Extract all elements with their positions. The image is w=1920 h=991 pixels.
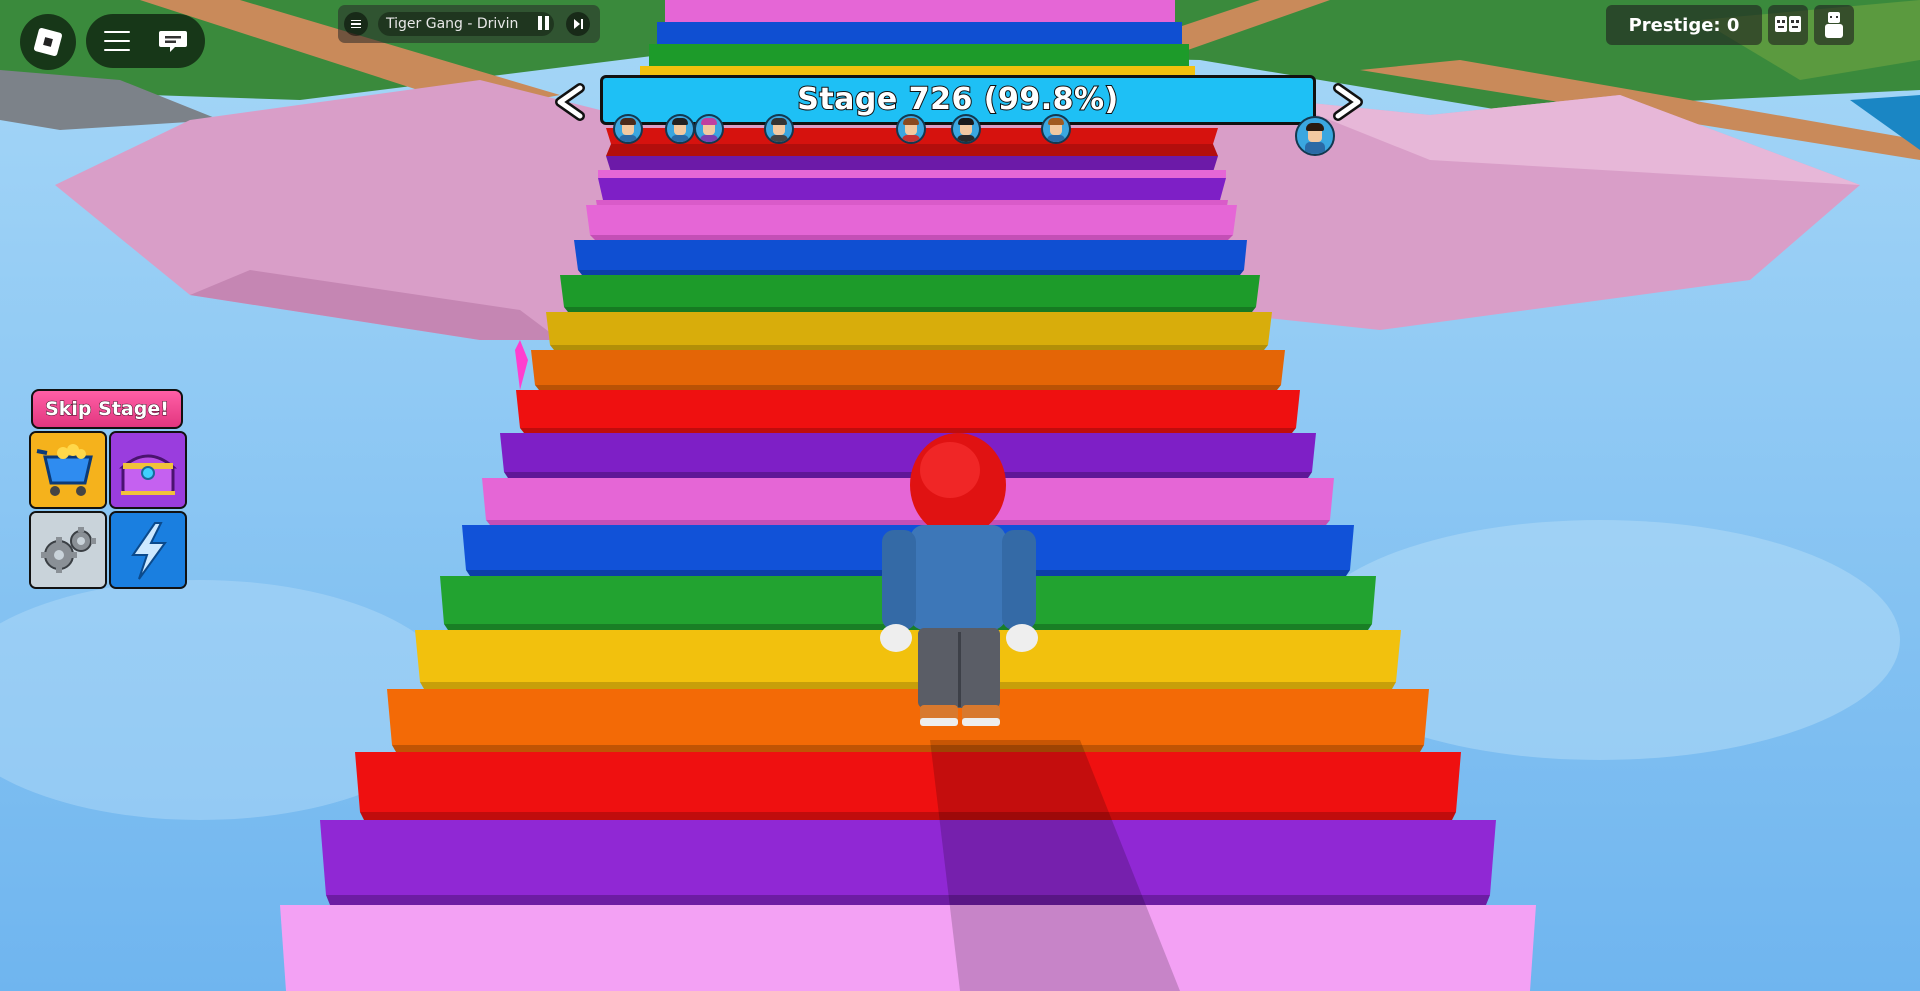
avatar-faces-icon (1775, 16, 1801, 32)
emotes-button[interactable] (1768, 5, 1808, 45)
roblox-menu-button[interactable] (20, 14, 76, 70)
top-bar-menu-pill (86, 14, 205, 68)
skip-stage-button[interactable]: Skip Stage! (31, 389, 183, 429)
previous-stage-button[interactable] (550, 80, 590, 124)
music-title-container: Tiger Gang - Drivin (378, 12, 554, 36)
player-marker (951, 114, 981, 144)
player-marker (764, 114, 794, 144)
skip-forward-icon (574, 19, 583, 29)
hamburger-icon (351, 18, 361, 31)
boost-button[interactable] (109, 511, 187, 589)
player-marker (665, 114, 695, 144)
shop-button[interactable] (29, 431, 107, 509)
prestige-label: Prestige: 0 (1628, 15, 1740, 36)
player-marker (694, 114, 724, 144)
player-marker-self (1295, 116, 1335, 156)
skip-track-button[interactable] (566, 12, 590, 36)
treasure-chest-icon (111, 433, 185, 507)
gear-icon (31, 513, 105, 587)
roblox-logo-icon (33, 27, 63, 57)
chest-button[interactable] (109, 431, 187, 509)
settings-button[interactable] (29, 511, 107, 589)
player-marker (896, 114, 926, 144)
skip-stage-label: Skip Stage! (45, 398, 170, 421)
stage-progress-label: Stage 726 (99.8%) (796, 81, 1119, 118)
pause-icon[interactable] (538, 15, 552, 33)
music-track-title: Tiger Gang - Drivin (386, 16, 519, 32)
game-scene[interactable] (0, 0, 1920, 991)
music-player: Tiger Gang - Drivin (338, 5, 600, 43)
player-marker (1041, 114, 1071, 144)
person-icon (1825, 12, 1843, 38)
lightning-icon (111, 513, 185, 587)
hamburger-icon[interactable] (104, 31, 130, 51)
next-stage-button[interactable] (1328, 80, 1368, 124)
music-menu-button[interactable] (344, 12, 368, 36)
chat-icon[interactable] (158, 29, 188, 53)
prestige-counter: Prestige: 0 (1606, 5, 1762, 45)
avatar-button[interactable] (1814, 5, 1854, 45)
player-marker (613, 114, 643, 144)
shopping-cart-icon (31, 433, 105, 507)
